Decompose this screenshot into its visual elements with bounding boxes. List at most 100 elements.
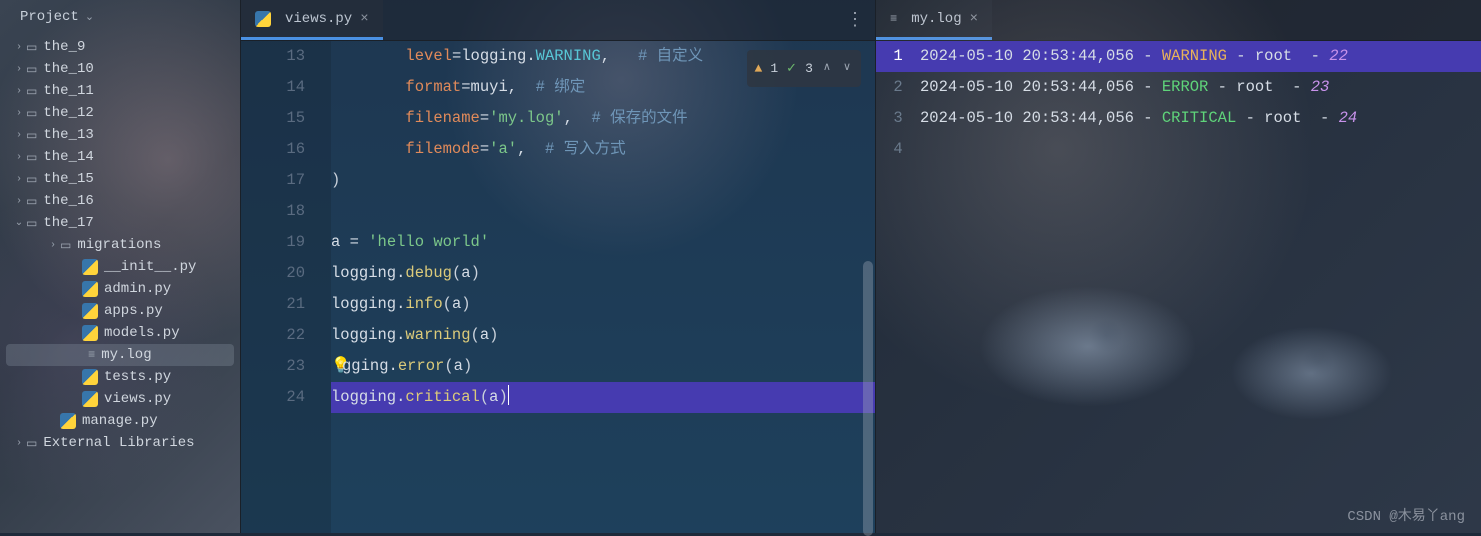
tree-item-label: the_11 [43,83,93,99]
code-line[interactable]: logging.critical(a) [331,382,875,413]
folder-icon: ▭ [26,62,37,77]
project-header[interactable]: Project ⌄ [0,0,240,34]
tree-item-the_11[interactable]: ›▭the_11 [0,80,240,102]
tree-item-my-log[interactable]: ≡ my.log [6,344,234,366]
project-tree: ›▭the_9›▭the_10›▭the_11›▭the_12›▭the_13›… [0,34,240,454]
logfile-icon: ≡ [88,348,95,362]
code-line[interactable] [331,196,875,227]
tree-item-label: views.py [104,391,171,407]
project-sidebar: Project ⌄ ›▭the_9›▭the_10›▭the_11›▭the_1… [0,0,241,533]
tree-item-the_17[interactable]: ⌄▭ the_17 [0,212,240,234]
tree-item-label: admin.py [104,281,171,297]
expand-arrow-icon[interactable]: › [12,64,26,75]
folder-icon: ▭ [26,128,37,143]
line-gutter: 1234 [876,41,920,533]
tree-item-label: the_14 [43,149,93,165]
scrollbar[interactable] [863,261,873,536]
code-line[interactable]: ) [331,165,875,196]
log-line[interactable] [920,134,1481,165]
tab-menu-button[interactable]: ⋮ [835,0,875,40]
folder-icon: ▭ [26,194,37,209]
tree-item-label: manage.py [82,413,158,429]
tree-item-models-py[interactable]: models.py [0,322,240,344]
project-title: Project [20,9,79,25]
tree-item-label: models.py [104,325,180,341]
folder-icon: ▭ [26,216,37,231]
code-area-log[interactable]: 1234 2024-05-10 20:53:44,056 - WARNING -… [876,41,1481,533]
tree-item-views-py[interactable]: views.py [0,388,240,410]
tree-item-label: migrations [77,237,161,253]
folder-icon: ▭ [26,150,37,165]
python-icon [82,259,98,275]
tree-item-label: my.log [101,347,151,363]
check-count: 3 [805,53,813,84]
tree-item-migrations[interactable]: ›▭ migrations [0,234,240,256]
tree-item-the_15[interactable]: ›▭the_15 [0,168,240,190]
expand-arrow-icon[interactable]: › [12,108,26,119]
tab-bar-left: views.py × ⋮ [241,0,875,41]
chevron-down-icon: ⌄ [85,10,94,24]
expand-arrow-icon[interactable]: › [12,438,26,449]
code-line[interactable]: logging.info(a) [331,289,875,320]
log-lines[interactable]: 2024-05-10 20:53:44,056 - WARNING - root… [920,41,1481,533]
tree-item-label: the_12 [43,105,93,121]
intention-bulb-icon[interactable]: 💡 [331,351,342,382]
check-icon: ✓ [786,53,797,84]
tree-item-label: the_17 [43,215,93,231]
tree-item-the_14[interactable]: ›▭ the_14 [0,146,240,168]
next-highlight-icon[interactable]: ∨ [841,53,853,84]
inspection-widget[interactable]: ▲1 ✓3 ∧ ∨ [747,50,861,87]
tree-item-the_9[interactable]: ›▭ the_9 [0,36,240,58]
tree-item-the_10[interactable]: ›▭ the_10 [0,58,240,80]
tree-item-__init__-py[interactable]: __init__.py [0,256,240,278]
folder-icon: ▭ [26,40,37,55]
code-line[interactable]: 💡gging.error(a) [331,351,875,382]
tree-item-External-Libraries[interactable]: ›▭External Libraries [0,432,240,454]
expand-arrow-icon[interactable]: › [12,174,26,185]
tab-views-py[interactable]: views.py × [241,0,383,40]
tree-item-label: the_10 [43,61,93,77]
line-gutter: 131415161718192021222324 [241,41,331,533]
close-icon[interactable]: × [970,11,978,27]
code-lines[interactable]: level=logging.WARNING, # 自定义 format=muyi… [331,41,875,533]
tab-label: views.py [285,11,352,27]
expand-arrow-icon[interactable]: › [12,196,26,207]
python-icon [82,325,98,341]
tree-item-label: tests.py [104,369,171,385]
expand-arrow-icon[interactable]: › [46,240,60,251]
expand-arrow-icon[interactable]: › [12,152,26,163]
tree-item-the_12[interactable]: ›▭the_12 [0,102,240,124]
prev-highlight-icon[interactable]: ∧ [821,53,833,84]
code-line[interactable]: filename='my.log', # 保存的文件 [331,103,875,134]
tree-item-label: External Libraries [43,435,194,451]
tree-item-apps-py[interactable]: apps.py [0,300,240,322]
tree-item-label: the_9 [43,39,85,55]
folder-icon: ▭ [60,238,71,253]
tree-item-the_16[interactable]: ›▭the_16 [0,190,240,212]
tree-item-the_13[interactable]: ›▭the_13 [0,124,240,146]
tree-item-tests-py[interactable]: tests.py [0,366,240,388]
expand-arrow-icon[interactable]: › [12,130,26,141]
tree-item-manage-py[interactable]: manage.py [0,410,240,432]
code-line[interactable]: logging.warning(a) [331,320,875,351]
close-icon[interactable]: × [360,11,368,27]
watermark: CSDN @木易丫ang [1347,505,1465,525]
python-icon [82,391,98,407]
tree-item-label: apps.py [104,303,163,319]
expand-arrow-icon[interactable]: ⌄ [12,217,26,229]
code-area-views[interactable]: ▲1 ✓3 ∧ ∨ 131415161718192021222324 level… [241,41,875,533]
expand-arrow-icon[interactable]: › [12,86,26,97]
editor-pane-log: ≡ my.log × 1234 2024-05-10 20:53:44,056 … [875,0,1481,533]
tab-my-log[interactable]: ≡ my.log × [876,0,992,40]
expand-arrow-icon[interactable]: › [12,42,26,53]
log-line[interactable]: 2024-05-10 20:53:44,056 - CRITICAL - roo… [920,103,1481,134]
tree-item-admin-py[interactable]: admin.py [0,278,240,300]
code-line[interactable]: a = 'hello world' [331,227,875,258]
log-line[interactable]: 2024-05-10 20:53:44,056 - WARNING - root… [920,41,1481,72]
folder-icon: ▭ [26,172,37,187]
code-line[interactable]: filemode='a', # 写入方式 [331,134,875,165]
tab-bar-right: ≡ my.log × [876,0,1481,41]
code-line[interactable]: logging.debug(a) [331,258,875,289]
editor-pane-views: views.py × ⋮ ▲1 ✓3 ∧ ∨ 13141516171819202… [241,0,875,533]
log-line[interactable]: 2024-05-10 20:53:44,056 - ERROR - root -… [920,72,1481,103]
